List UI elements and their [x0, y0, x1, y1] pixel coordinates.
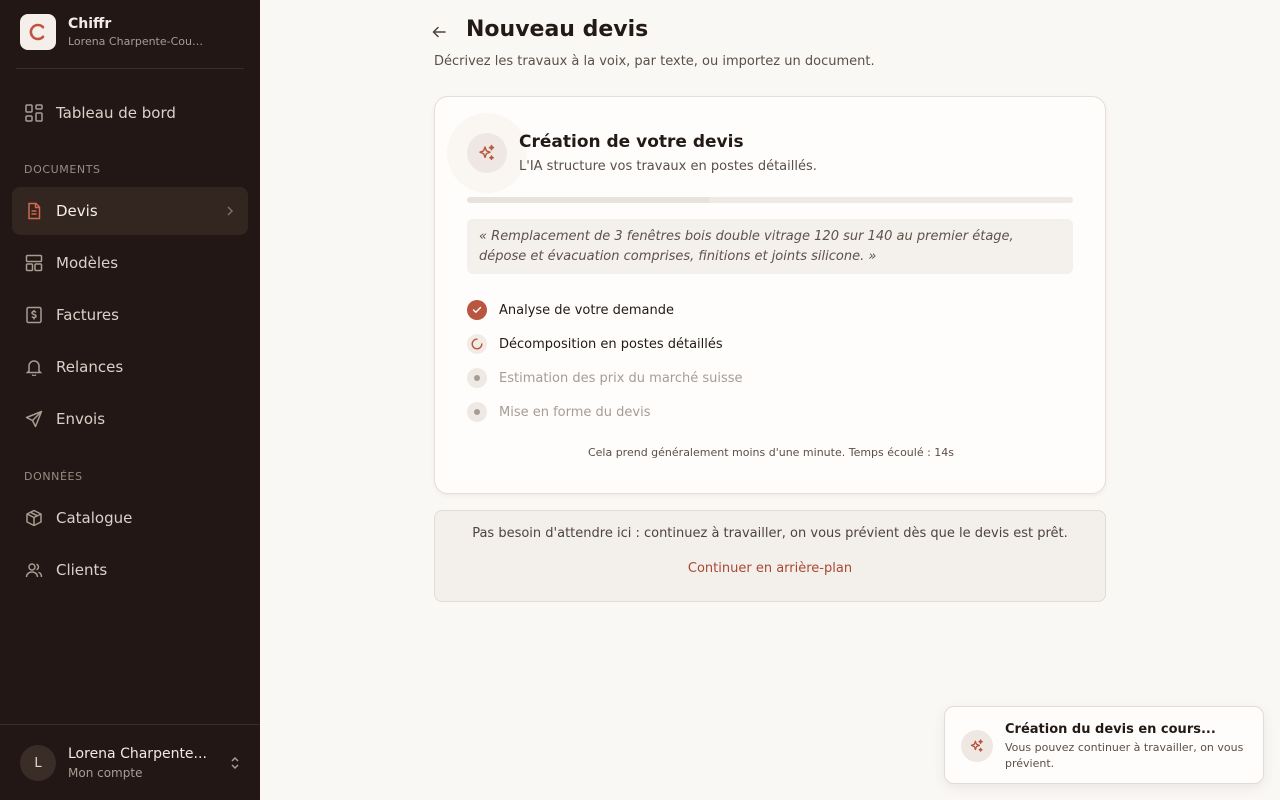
sidebar-item-catalogue[interactable]: Catalogue [12, 494, 248, 542]
invoice-icon [24, 305, 44, 325]
sparkles-icon [961, 730, 993, 762]
sidebar-item-label: Catalogue [56, 509, 133, 527]
card-subtitle: L'IA structure vos travaux en postes dét… [519, 159, 817, 174]
users-icon [24, 560, 44, 580]
sidebar-item-dashboard[interactable]: Tableau de bord [12, 89, 248, 137]
step-item: Analyse de votre demande [467, 300, 674, 320]
package-icon [24, 508, 44, 528]
progress-bar [467, 197, 1073, 203]
step-item: Estimation des prix du marché suisse [467, 368, 743, 388]
sidebar-item-label: Envois [56, 410, 106, 428]
check-icon [467, 300, 487, 320]
back-button[interactable] [432, 24, 452, 40]
sidebar-item-envois[interactable]: Envois [12, 395, 248, 443]
progress-fill [467, 197, 710, 203]
sidebar-item-relances[interactable]: Relances [12, 343, 248, 391]
brand-subtitle: Lorena Charpente-Couve... [68, 35, 208, 48]
spinner-icon [467, 334, 487, 354]
step-label: Mise en forme du devis [499, 404, 651, 420]
step-label: Estimation des prix du marché suisse [499, 370, 743, 386]
pending-dot-icon [467, 402, 487, 422]
elapsed-time: Cela prend généralement moins d'une minu… [587, 446, 955, 459]
sidebar-item-devis[interactable]: Devis [12, 187, 248, 235]
sidebar-item-label: Tableau de bord [56, 104, 176, 122]
section-label-documents: DOCUMENTS [24, 163, 101, 176]
toast-notification[interactable]: Création du devis en cours... Vous pouve… [944, 706, 1264, 784]
sidebar-item-clients[interactable]: Clients [12, 546, 248, 594]
page-title: Nouveau devis [466, 17, 649, 42]
arrow-left-icon [432, 26, 446, 38]
step-item: Décomposition en postes détaillés [467, 334, 723, 354]
toast-title: Création du devis en cours... [1005, 722, 1216, 737]
chevron-right-icon [226, 203, 234, 222]
sidebar: Chiffr Lorena Charpente-Couve... Tableau… [0, 0, 260, 800]
brand-name: Chiffr [68, 16, 112, 32]
continue-background-link[interactable]: Continuer en arrière-plan [435, 561, 1105, 576]
step-label: Analyse de votre demande [499, 302, 674, 318]
document-icon [24, 201, 44, 221]
chevron-up-down-icon [230, 755, 240, 775]
card-title: Création de votre devis [519, 132, 744, 152]
notice-text: Pas besoin d'attendre ici : continuez à … [472, 526, 1068, 541]
sidebar-item-label: Devis [56, 202, 98, 220]
sidebar-item-label: Factures [56, 306, 119, 324]
brand[interactable]: Chiffr Lorena Charpente-Couve... [20, 14, 208, 50]
page-subtitle: Décrivez les travaux à la voix, par text… [434, 54, 875, 69]
generation-card: Création de votre devis L'IA structure v… [434, 96, 1106, 494]
pending-dot-icon [467, 368, 487, 388]
template-icon [24, 253, 44, 273]
sparkles-icon [467, 133, 507, 173]
account-divider [0, 724, 260, 725]
account-subtitle: Mon compte [68, 766, 143, 780]
bell-icon [24, 357, 44, 377]
dashboard-icon [24, 103, 44, 123]
step-item: Mise en forme du devis [467, 402, 651, 422]
sidebar-item-label: Relances [56, 358, 124, 376]
sidebar-item-factures[interactable]: Factures [12, 291, 248, 339]
account-name: Lorena Charpente... [68, 746, 207, 762]
sidebar-item-modeles[interactable]: Modèles [12, 239, 248, 287]
avatar: L [20, 745, 56, 781]
sidebar-item-label: Clients [56, 561, 108, 579]
background-notice: Pas besoin d'attendre ici : continuez à … [434, 510, 1106, 602]
sidebar-item-label: Modèles [56, 254, 119, 272]
chiffr-logo-icon [20, 14, 56, 50]
step-label: Décomposition en postes détaillés [499, 336, 723, 352]
send-icon [24, 409, 44, 429]
account-menu[interactable]: L Lorena Charpente... Mon compte [20, 745, 242, 781]
sidebar-divider [16, 68, 244, 69]
request-quote: « Remplacement de 3 fenêtres bois double… [467, 219, 1073, 274]
toast-body: Vous pouvez continuer à travailler, on v… [1005, 741, 1244, 770]
section-label-donnees: DONNÉES [24, 470, 83, 483]
